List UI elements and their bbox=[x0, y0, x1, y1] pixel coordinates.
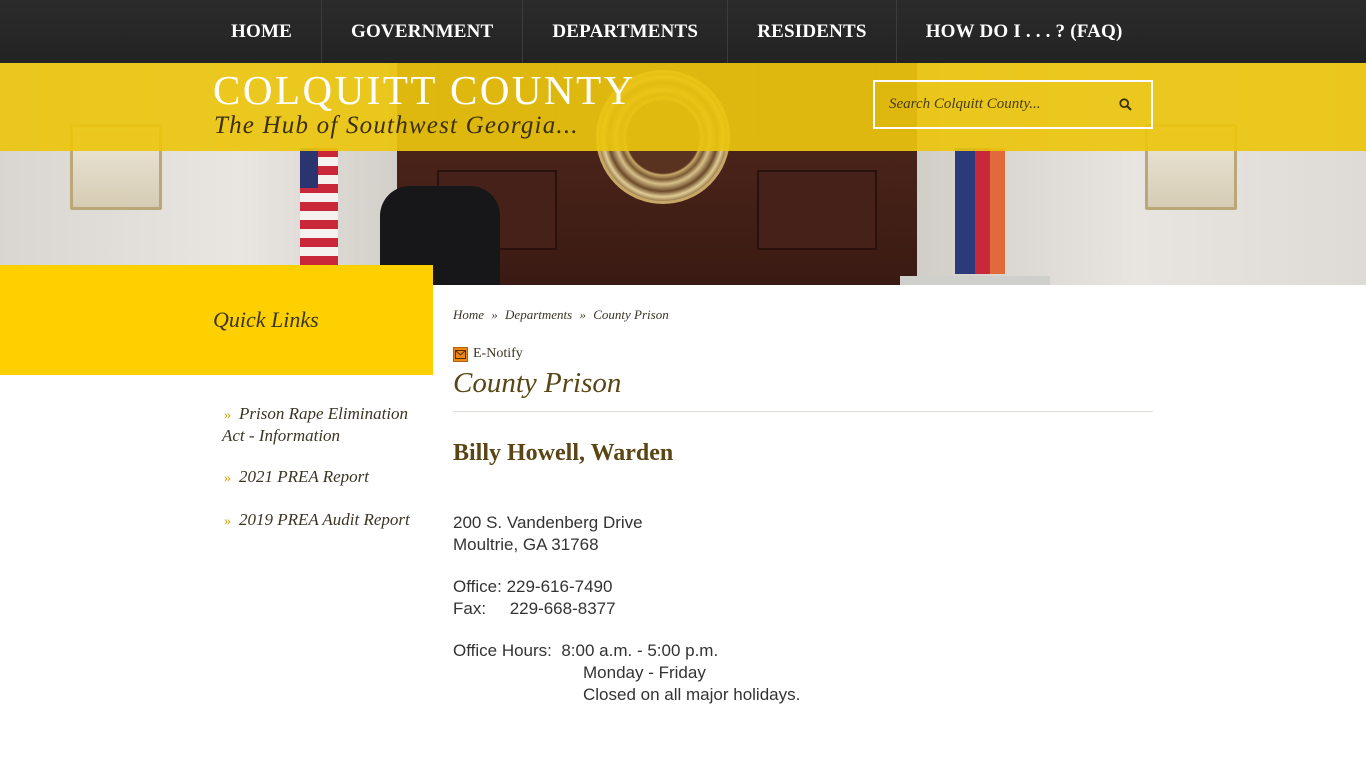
chevron-right-icon: » bbox=[224, 514, 231, 529]
hours-days: Monday - Friday bbox=[583, 663, 706, 682]
breadcrumb-separator: » bbox=[491, 307, 498, 322]
office-phone: 229-616-7490 bbox=[506, 577, 613, 596]
hours-note: Closed on all major holidays. bbox=[583, 685, 801, 704]
header-band bbox=[0, 63, 1366, 151]
nav-label: HOW DO I . . . ? (FAQ) bbox=[925, 20, 1123, 42]
search-icon[interactable] bbox=[1105, 82, 1145, 127]
nav-label: DEPARTMENTS bbox=[552, 20, 699, 42]
warden-heading: Billy Howell, Warden bbox=[453, 440, 674, 466]
address-line1: 200 S. Vandenberg Drive bbox=[453, 513, 643, 532]
top-navigation: HOME GOVERNMENT DEPARTMENTS RESIDENTS HO… bbox=[0, 0, 1366, 63]
breadcrumb-departments[interactable]: Departments bbox=[505, 307, 572, 322]
chevron-right-icon: » bbox=[224, 408, 231, 423]
office-label: Office: bbox=[453, 577, 502, 596]
enotify-link[interactable]: E-Notify bbox=[453, 346, 523, 362]
enotify-label: E-Notify bbox=[473, 346, 523, 361]
quick-link-2021-prea-report[interactable]: » 2021 PREA Report bbox=[222, 467, 427, 489]
quick-link-label: Prison Rape Elimination Act - Informatio… bbox=[222, 404, 409, 445]
chevron-right-icon: » bbox=[224, 471, 231, 486]
nav-item-home[interactable]: HOME bbox=[202, 0, 321, 63]
hours-block: Office Hours: 8:00 a.m. - 5:00 p.m. Mond… bbox=[453, 640, 800, 706]
nav-label: RESIDENTS bbox=[757, 20, 867, 42]
nav-item-residents[interactable]: RESIDENTS bbox=[727, 0, 896, 63]
quick-link-2019-prea-audit[interactable]: » 2019 PREA Audit Report bbox=[222, 510, 427, 532]
search-input[interactable] bbox=[875, 82, 1105, 127]
address-block: 200 S. Vandenberg Drive Moultrie, GA 317… bbox=[453, 512, 643, 556]
quick-links-list: » Prison Rape Elimination Act - Informati… bbox=[222, 404, 427, 553]
breadcrumb-separator: » bbox=[579, 307, 586, 322]
breadcrumb-current: County Prison bbox=[593, 307, 669, 322]
quick-link-prea-info[interactable]: » Prison Rape Elimination Act - Informati… bbox=[222, 404, 427, 446]
search-box bbox=[873, 80, 1153, 129]
breadcrumb: Home » Departments » County Prison bbox=[453, 307, 669, 323]
quick-link-label: 2021 PREA Report bbox=[239, 467, 369, 486]
fax-phone: 229-668-8377 bbox=[509, 599, 616, 618]
nav-item-faq[interactable]: HOW DO I . . . ? (FAQ) bbox=[895, 0, 1152, 63]
mail-icon bbox=[453, 346, 468, 362]
title-divider bbox=[453, 411, 1153, 412]
site-tagline: The Hub of Southwest Georgia... bbox=[214, 112, 579, 139]
breadcrumb-home[interactable]: Home bbox=[453, 307, 484, 322]
nav-item-government[interactable]: GOVERNMENT bbox=[320, 0, 522, 63]
nav-item-departments[interactable]: DEPARTMENTS bbox=[522, 0, 727, 63]
hours-label: Office Hours: bbox=[453, 641, 552, 660]
page-title: County Prison bbox=[453, 367, 622, 399]
address-line2: Moultrie, GA 31768 bbox=[453, 535, 599, 554]
quick-link-label: 2019 PREA Audit Report bbox=[239, 510, 410, 529]
podium bbox=[900, 276, 1050, 285]
fax-label: Fax: bbox=[453, 599, 487, 618]
nav-label: GOVERNMENT bbox=[350, 20, 494, 42]
georgia-flag-icon bbox=[955, 148, 1005, 274]
site-title-link[interactable]: COLQUITT COUNTY bbox=[213, 68, 636, 112]
us-flag-icon bbox=[300, 148, 338, 268]
phone-block: Office: 229-616-7490 Fax: 229-668-8377 bbox=[453, 576, 616, 620]
hours-time: 8:00 a.m. - 5:00 p.m. bbox=[561, 641, 719, 660]
quick-links-title: Quick Links bbox=[213, 307, 319, 332]
nav-label: HOME bbox=[231, 20, 292, 42]
quick-links-header: Quick Links bbox=[0, 265, 433, 375]
